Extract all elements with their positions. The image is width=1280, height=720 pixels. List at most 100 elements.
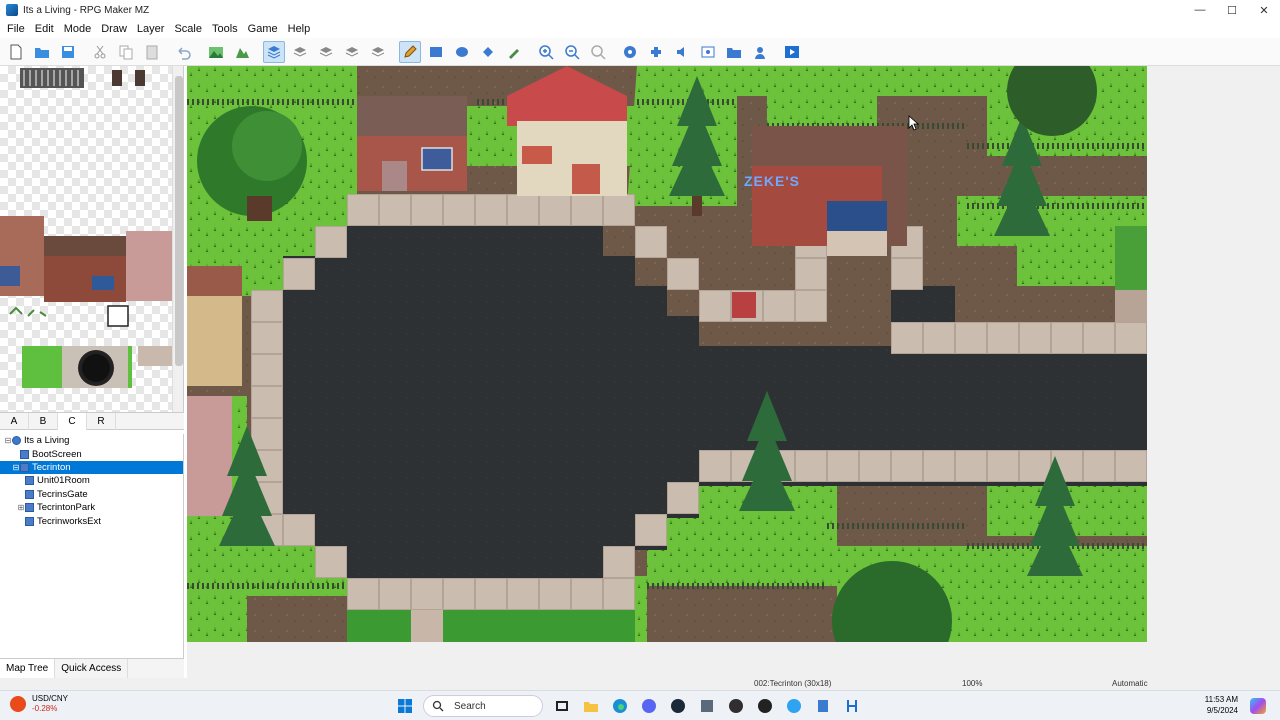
tab-c[interactable]: C: [58, 413, 87, 430]
map-editor[interactable]: ZEKE'S: [187, 66, 1280, 678]
taskbar-search[interactable]: Search: [423, 695, 543, 717]
tab-a[interactable]: A: [0, 413, 29, 430]
tree-node-map[interactable]: TecrinworksExt: [0, 514, 183, 527]
sound-test-icon[interactable]: [671, 41, 693, 63]
tileset-scrollbar[interactable]: [172, 66, 183, 412]
undo-icon[interactable]: [173, 41, 195, 63]
tab-quick-access[interactable]: Quick Access: [55, 659, 129, 678]
tree-label: TecrinworksExt: [37, 515, 101, 527]
shadow-pen-icon[interactable]: [503, 41, 525, 63]
zoom-out-icon[interactable]: [561, 41, 583, 63]
close-icon[interactable]: ✕: [1248, 0, 1280, 20]
tree-node-map[interactable]: ⊞ TecrintonPark: [0, 501, 183, 514]
plugin-manager-icon[interactable]: [645, 41, 667, 63]
menu-help[interactable]: Help: [283, 23, 316, 35]
open-icon[interactable]: [31, 41, 53, 63]
file-explorer-icon[interactable]: [580, 695, 602, 717]
paste-icon[interactable]: [141, 41, 163, 63]
collapse-icon[interactable]: ⊟: [12, 463, 20, 472]
tab-b[interactable]: B: [29, 413, 58, 430]
menu-draw[interactable]: Draw: [96, 23, 132, 35]
menu-scale[interactable]: Scale: [169, 23, 207, 35]
copy-icon[interactable]: [115, 41, 137, 63]
map-icon: [25, 503, 34, 513]
save-icon[interactable]: [57, 41, 79, 63]
tileset-tabs: A B C R: [0, 412, 184, 430]
collapse-icon[interactable]: ⊟: [4, 436, 12, 445]
obs-icon[interactable]: [725, 695, 747, 717]
window-title: Its a Living - RPG Maker MZ: [23, 4, 150, 16]
layer-2-icon[interactable]: [315, 41, 337, 63]
app-h-icon[interactable]: [841, 695, 863, 717]
fill-icon[interactable]: [477, 41, 499, 63]
panel-tabs: Map Tree Quick Access: [0, 658, 184, 678]
tree-node-map[interactable]: TecrinsGate: [0, 488, 183, 501]
maximize-icon[interactable]: ☐: [1216, 0, 1248, 20]
map-canvas[interactable]: ZEKE'S: [187, 66, 1147, 642]
event-searcher-icon[interactable]: [697, 41, 719, 63]
tileset-palette[interactable]: [0, 66, 184, 412]
pencil-icon[interactable]: [399, 40, 421, 63]
ellipse-icon[interactable]: [451, 41, 473, 63]
rectangle-icon[interactable]: [425, 41, 447, 63]
system-clock[interactable]: 11:53 AM 9/5/2024: [1196, 694, 1238, 716]
layer-3-icon[interactable]: [341, 41, 363, 63]
menu-tools[interactable]: Tools: [207, 23, 243, 35]
github-icon[interactable]: [754, 695, 776, 717]
steam-icon[interactable]: [667, 695, 689, 717]
window-controls: — ☐ ✕: [1184, 0, 1280, 20]
layer-auto-icon[interactable]: [263, 40, 285, 63]
tab-map-tree[interactable]: Map Tree: [0, 659, 56, 678]
menu-file[interactable]: File: [2, 23, 30, 35]
tree-node-map[interactable]: Unit01Room: [0, 474, 183, 487]
layer-1-icon[interactable]: [289, 41, 311, 63]
tree-node-project[interactable]: ⊟ Its a Living: [0, 434, 183, 447]
taskbar: USD/CNY -0.28% Search 11:53 AM 9/5/2024: [0, 690, 1280, 720]
expand-icon[interactable]: ⊞: [17, 503, 25, 512]
tree-label: TecrinsGate: [37, 488, 88, 500]
tree-node-map-selected[interactable]: ⊟ Tecrinton: [0, 460, 183, 475]
tree-label: Its a Living: [24, 435, 70, 447]
edge-icon[interactable]: [609, 695, 631, 717]
notepad-icon[interactable]: [812, 695, 834, 717]
copilot-icon[interactable]: [1250, 698, 1266, 714]
database-icon[interactable]: [619, 41, 641, 63]
character-generator-icon[interactable]: [749, 41, 771, 63]
map-tree: ⊟ Its a Living BootScreen ⊟ Tecrinton Un…: [0, 434, 184, 658]
task-view-icon[interactable]: [551, 695, 573, 717]
tree-node-map[interactable]: BootScreen: [0, 447, 183, 460]
rpgmaker-icon[interactable]: [696, 695, 718, 717]
shop-sign: ZEKE'S: [744, 173, 800, 189]
map-icon: [20, 462, 29, 472]
widget-title: USD/CNY: [32, 694, 69, 703]
teams-icon[interactable]: [783, 695, 805, 717]
resource-manager-icon[interactable]: [723, 41, 745, 63]
project-icon: [12, 436, 21, 446]
map-icon: [20, 449, 29, 459]
menu-edit[interactable]: Edit: [30, 23, 59, 35]
map-mode-icon[interactable]: [205, 41, 227, 63]
menu-mode[interactable]: Mode: [59, 23, 97, 35]
status-zoom: 100%: [962, 679, 983, 688]
layer-4-icon[interactable]: [367, 41, 389, 63]
cut-icon[interactable]: [89, 41, 111, 63]
search-placeholder: Search: [454, 700, 486, 712]
weather-widget[interactable]: USD/CNY -0.28%: [10, 694, 68, 714]
zoom-in-icon[interactable]: [535, 41, 557, 63]
app-icon: [6, 4, 18, 16]
playtest-icon[interactable]: [781, 41, 803, 63]
title-bar: Its a Living - RPG Maker MZ — ☐ ✕: [0, 0, 1280, 20]
menu-layer[interactable]: Layer: [132, 23, 170, 35]
tileset-canvas[interactable]: [0, 66, 172, 412]
windows-start-icon[interactable]: [394, 695, 416, 717]
discord-icon[interactable]: [638, 695, 660, 717]
tab-r[interactable]: R: [87, 413, 116, 430]
zoom-actual-icon[interactable]: [587, 41, 609, 63]
tree-label: Tecrinton: [32, 461, 71, 473]
menu-game[interactable]: Game: [243, 23, 283, 35]
minimize-icon[interactable]: —: [1184, 0, 1216, 20]
tree-label: BootScreen: [32, 448, 82, 460]
new-icon[interactable]: [5, 41, 27, 63]
toolbar: [0, 38, 1280, 66]
event-mode-icon[interactable]: [231, 41, 253, 63]
